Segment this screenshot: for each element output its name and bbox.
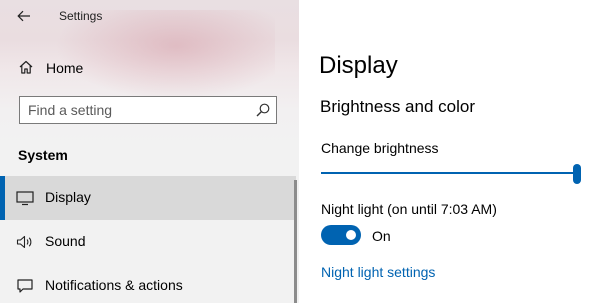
window-title: Settings: [59, 9, 103, 23]
night-light-label: Night light (on until 7:03 AM): [321, 201, 497, 217]
back-button[interactable]: [12, 4, 36, 28]
main-content: Display Brightness and color Change brig…: [299, 0, 600, 303]
toggle-knob: [346, 230, 356, 240]
home-icon: [19, 60, 33, 74]
speaker-icon: [16, 235, 32, 249]
brightness-label: Change brightness: [321, 140, 439, 156]
night-light-state: On: [372, 228, 391, 244]
slider-track: [321, 172, 573, 174]
search-icon[interactable]: [256, 103, 270, 117]
title-bar: Settings: [0, 0, 299, 32]
page-title: Display: [319, 52, 398, 79]
sidebar-item-sound[interactable]: Sound: [0, 220, 296, 264]
home-nav-item[interactable]: Home: [0, 55, 299, 81]
sidebar-item-notifications[interactable]: Notifications & actions: [0, 264, 296, 303]
night-light-settings-link[interactable]: Night light settings: [321, 264, 435, 280]
section-title-system: System: [18, 147, 68, 163]
home-label: Home: [46, 60, 84, 76]
sidebar-item-label: Notifications & actions: [45, 277, 183, 293]
section-title-brightness: Brightness and color: [320, 97, 475, 116]
search-input[interactable]: [28, 97, 248, 123]
sidebar-item-label: Display: [45, 189, 91, 205]
sidebar-item-display[interactable]: Display: [0, 176, 296, 220]
sidebar-scrollbar[interactable]: [294, 180, 297, 303]
back-arrow-icon: [17, 10, 30, 22]
selection-indicator: [0, 176, 5, 220]
search-box[interactable]: [19, 96, 277, 124]
brightness-slider[interactable]: [321, 162, 583, 184]
slider-thumb[interactable]: [573, 164, 581, 184]
sidebar: Settings Home System Display Sound: [0, 0, 299, 303]
notification-icon: [17, 279, 33, 293]
sidebar-item-label: Sound: [45, 233, 86, 249]
monitor-icon: [16, 191, 34, 206]
night-light-toggle[interactable]: [321, 225, 361, 245]
